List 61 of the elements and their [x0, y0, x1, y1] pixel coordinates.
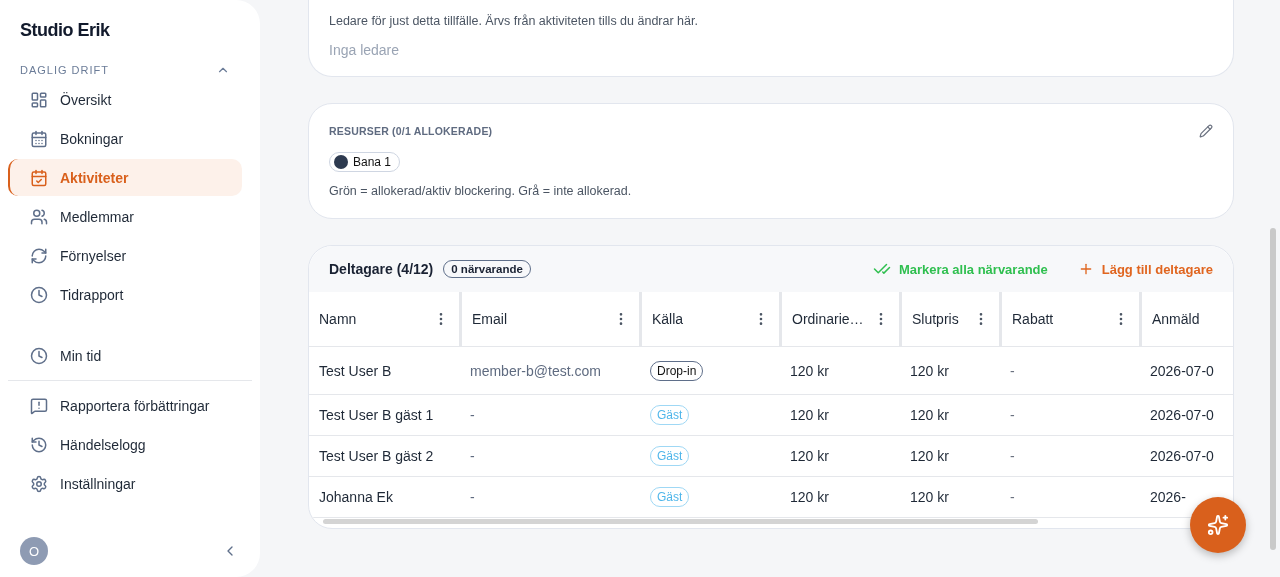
sidebar-item[interactable]: Medlemmar: [8, 198, 242, 235]
table-cell: -: [459, 477, 639, 518]
table-cell: -: [999, 436, 1139, 477]
table-cell: 120 kr: [899, 436, 999, 477]
table-cell: 120 kr: [779, 395, 899, 436]
legend-text: Grön = allokerad/aktiv blockering. Grå = inte allokerad.: [329, 184, 633, 198]
vertical-scrollbar[interactable]: [1270, 228, 1276, 550]
calendar-icon: [30, 168, 48, 187]
column-header[interactable]: Ordinarie…: [779, 292, 899, 347]
horizontal-scrollbar[interactable]: [323, 519, 1038, 524]
leaders-description: Ledare för just detta tillfälle. Ärvs från aktiviteten tills du ändrar här.: [329, 14, 699, 28]
sidebar-item[interactable]: Rapportera förbättringar: [8, 387, 242, 424]
table-cell: -: [459, 436, 639, 477]
card-title: RESURSER (0/1 ALLOKERADE): [329, 125, 493, 137]
table-cell: 120 kr: [779, 347, 899, 395]
sidebar-item[interactable]: Översikt: [8, 81, 242, 118]
column-header[interactable]: Anmäld: [1139, 292, 1233, 347]
app-title: Studio Erik: [19, 20, 111, 41]
feedback-icon: [30, 396, 48, 415]
table-cell: member-b@test.com: [459, 347, 639, 395]
section-header[interactable]: DAGLIG DRIFT: [0, 63, 260, 77]
column-header[interactable]: Email: [459, 292, 639, 347]
refresh-icon: [30, 246, 48, 265]
empty-text: Inga ledare: [329, 42, 401, 58]
table-cell: 120 kr: [899, 347, 999, 395]
sidebar-item[interactable]: Bokningar: [8, 120, 242, 157]
table-cell: Johanna Ek: [309, 477, 459, 518]
clock-icon: [30, 285, 48, 304]
column-header[interactable]: Slutpris: [899, 292, 999, 347]
table-cell: 120 kr: [779, 477, 899, 518]
table-cell: 120 kr: [899, 477, 999, 518]
table-cell: 2026-07-0: [1139, 436, 1233, 477]
sidebar-item[interactable]: Förnyelser: [8, 237, 242, 274]
table-cell: 120 kr: [779, 436, 899, 477]
table-cell: -: [999, 395, 1139, 436]
sidebar-item[interactable]: Händelselogg: [8, 426, 242, 463]
sidebar-item[interactable]: Min tid: [8, 337, 242, 374]
table-cell: 2026-07-0: [1139, 347, 1233, 395]
history-icon: [30, 435, 48, 454]
clock-icon: [30, 346, 48, 365]
table-cell: -: [999, 477, 1139, 518]
sparkles-icon: [1207, 514, 1229, 536]
edit-icon[interactable]: [1199, 124, 1213, 138]
column-header[interactable]: Rabatt: [999, 292, 1139, 347]
settings-icon: [30, 474, 48, 493]
sidebar-item[interactable]: Inställningar: [8, 465, 242, 502]
table-cell: 2026-07-0: [1139, 395, 1233, 436]
table-cell: Test User B gäst 1: [309, 395, 459, 436]
sidebar-item[interactable]: Tidrapport: [8, 276, 242, 313]
card-title: Deltagare (4/12): [329, 261, 434, 277]
column-header[interactable]: Namn: [309, 292, 459, 347]
table-cell: -: [459, 395, 639, 436]
table-cell: -: [999, 347, 1139, 395]
people-icon: [30, 207, 48, 226]
ai-assistant-button[interactable]: [1190, 497, 1246, 553]
calendar-icon: [30, 129, 48, 148]
column-header[interactable]: Källa: [639, 292, 779, 347]
dashboard-icon: [30, 90, 48, 109]
table-cell: Test User B gäst 2: [309, 436, 459, 477]
table-cell: 120 kr: [899, 395, 999, 436]
table-cell: Test User B: [309, 347, 459, 395]
